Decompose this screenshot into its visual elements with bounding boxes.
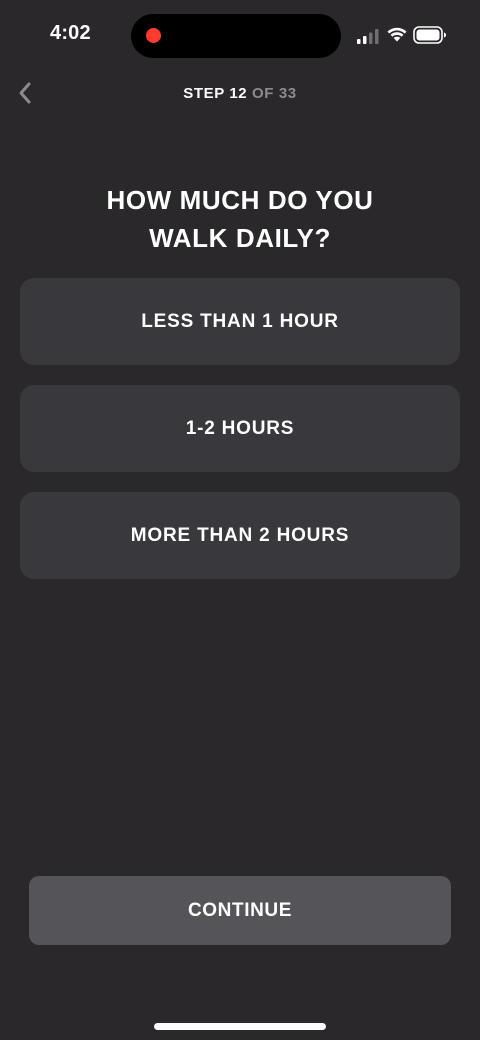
question-title: HOW MUCH DO YOU WALK DAILY?: [40, 181, 440, 257]
status-bar: 4:02: [0, 0, 480, 72]
option-more-than-2-hours[interactable]: MORE THAN 2 HOURS: [20, 492, 460, 579]
continue-button[interactable]: CONTINUE: [29, 876, 451, 945]
option-label: MORE THAN 2 HOURS: [130, 524, 350, 546]
home-indicator[interactable]: [154, 1023, 326, 1030]
wifi-icon: [387, 27, 407, 42]
question-line-2: WALK DAILY?: [149, 223, 331, 253]
option-less-than-1-hour[interactable]: LESS THAN 1 HOUR: [20, 278, 460, 365]
step-current: STEP 12: [183, 85, 248, 102]
step-indicator: STEP 12 OF 33: [0, 85, 480, 102]
dynamic-island: [131, 14, 341, 58]
option-label: 1-2 HOURS: [185, 417, 295, 439]
question-line-1: HOW MUCH DO YOU: [106, 185, 374, 215]
recording-indicator-icon: [146, 28, 161, 43]
option-1-2-hours[interactable]: 1-2 HOURS: [20, 385, 460, 472]
step-total: OF 33: [252, 85, 297, 102]
battery-icon: [413, 26, 446, 44]
status-time: 4:02: [50, 22, 91, 44]
continue-label: CONTINUE: [187, 899, 293, 921]
option-label: LESS THAN 1 HOUR: [141, 310, 339, 332]
signal-icon: [357, 29, 379, 44]
